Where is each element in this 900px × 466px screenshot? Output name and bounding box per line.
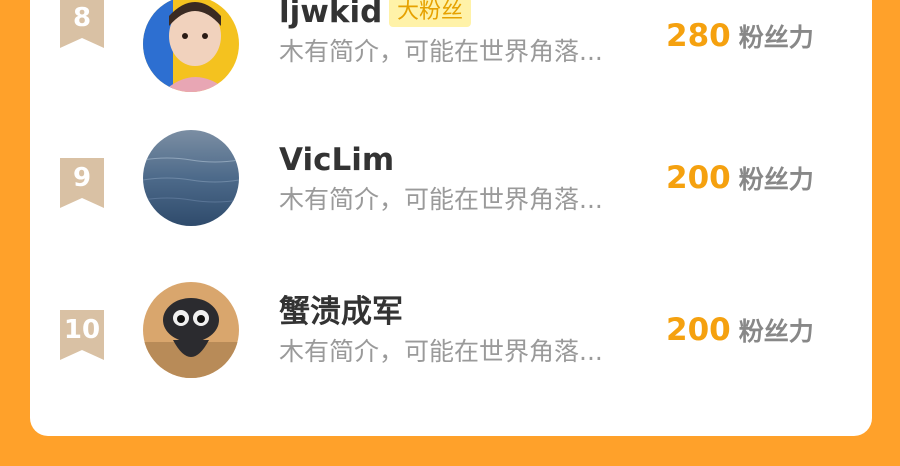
rank-ribbon: 9 [60, 158, 104, 208]
rank-ribbon: 10 [60, 310, 104, 360]
fan-name[interactable]: VicLim [279, 142, 394, 178]
score-value: 280 [666, 18, 731, 54]
ranking-row[interactable]: 8 ljwkid 大粉丝 木有简介，可能在世界角落... 280 粉丝力 [30, 0, 872, 94]
avatar-photo-child [143, 0, 239, 92]
score-value: 200 [666, 312, 731, 348]
score-unit: 粉丝力 [738, 23, 814, 52]
avatar-photo-plush [143, 282, 239, 378]
score-unit: 粉丝力 [738, 317, 814, 346]
ranking-row[interactable]: 9 VicLim 木有简介，可能在世界角落... 200 粉丝力 [30, 130, 872, 230]
ranking-row[interactable]: 10 蟹溃成军 木有简介，可能在世界角落... 200 粉丝力 [30, 282, 872, 382]
avatar[interactable] [143, 130, 239, 226]
fan-intro: 木有简介，可能在世界角落... [279, 185, 603, 214]
fan-name[interactable]: ljwkid [279, 0, 382, 30]
avatar-photo-water [143, 130, 239, 226]
avatar[interactable] [143, 282, 239, 378]
fan-name[interactable]: 蟹溃成军 [279, 294, 403, 330]
rank-ribbon: 8 [60, 0, 104, 48]
fan-ranking-card: 8 ljwkid 大粉丝 木有简介，可能在世界角落... 280 粉丝力 9 V… [30, 0, 872, 436]
fan-level-badge: 大粉丝 [389, 0, 472, 27]
fan-score: 200 粉丝力 [666, 310, 814, 355]
score-unit: 粉丝力 [738, 165, 814, 194]
fan-score: 200 粉丝力 [666, 158, 814, 203]
fan-intro: 木有简介，可能在世界角落... [279, 37, 603, 66]
fan-score: 280 粉丝力 [666, 16, 814, 61]
score-value: 200 [666, 160, 731, 196]
fan-intro: 木有简介，可能在世界角落... [279, 337, 603, 366]
avatar[interactable] [143, 0, 239, 92]
